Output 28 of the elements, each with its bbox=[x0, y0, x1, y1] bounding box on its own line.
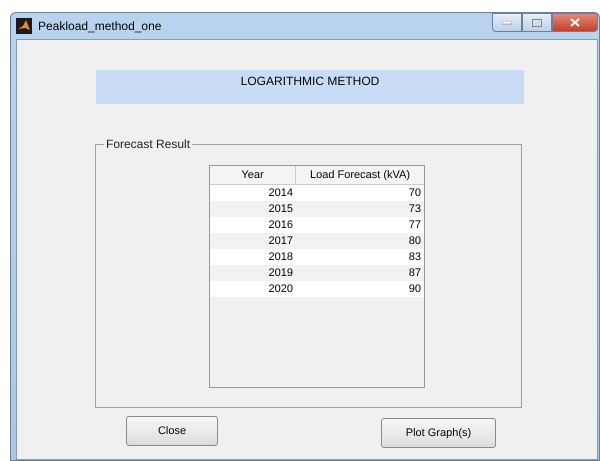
table-cell-text: 80 bbox=[408, 234, 422, 249]
table-cell-text: 2014 bbox=[268, 186, 294, 201]
table-cell-text: 2017 bbox=[268, 234, 294, 249]
window-title: Peakload_method_one bbox=[38, 19, 162, 33]
close-icon bbox=[570, 18, 580, 27]
table-cell-text: 2016 bbox=[268, 218, 294, 233]
column-header: Load Forecast (kVA) bbox=[308, 168, 412, 183]
table-cell-text: 2015 bbox=[268, 202, 294, 217]
app-icon bbox=[16, 18, 32, 34]
push-button[interactable]: Close bbox=[126, 416, 218, 446]
column-header: Year bbox=[210, 166, 296, 184]
table-cell-text: 2019 bbox=[268, 266, 294, 281]
minimize-button[interactable] bbox=[492, 13, 522, 32]
maximize-button[interactable] bbox=[522, 13, 552, 32]
table-cell-text: 83 bbox=[408, 250, 422, 265]
table-cell-text: 87 bbox=[408, 266, 422, 281]
panel-title: Forecast Result bbox=[104, 137, 192, 151]
table-cell-text: 70 bbox=[408, 186, 422, 201]
table-cell-text: 73 bbox=[408, 202, 422, 217]
banner-text: LOGARITHMIC METHOD bbox=[240, 74, 380, 88]
push-button[interactable]: Plot Graph(s) bbox=[381, 418, 496, 448]
table-cell-text: 2020 bbox=[268, 282, 294, 297]
table-cell-text: 77 bbox=[408, 218, 422, 233]
maximize-icon bbox=[532, 18, 542, 26]
table-cell-text: 90 bbox=[408, 282, 422, 297]
table-cell-text: 2018 bbox=[268, 250, 294, 265]
minimize-icon bbox=[502, 20, 512, 24]
close-button[interactable] bbox=[552, 13, 598, 32]
